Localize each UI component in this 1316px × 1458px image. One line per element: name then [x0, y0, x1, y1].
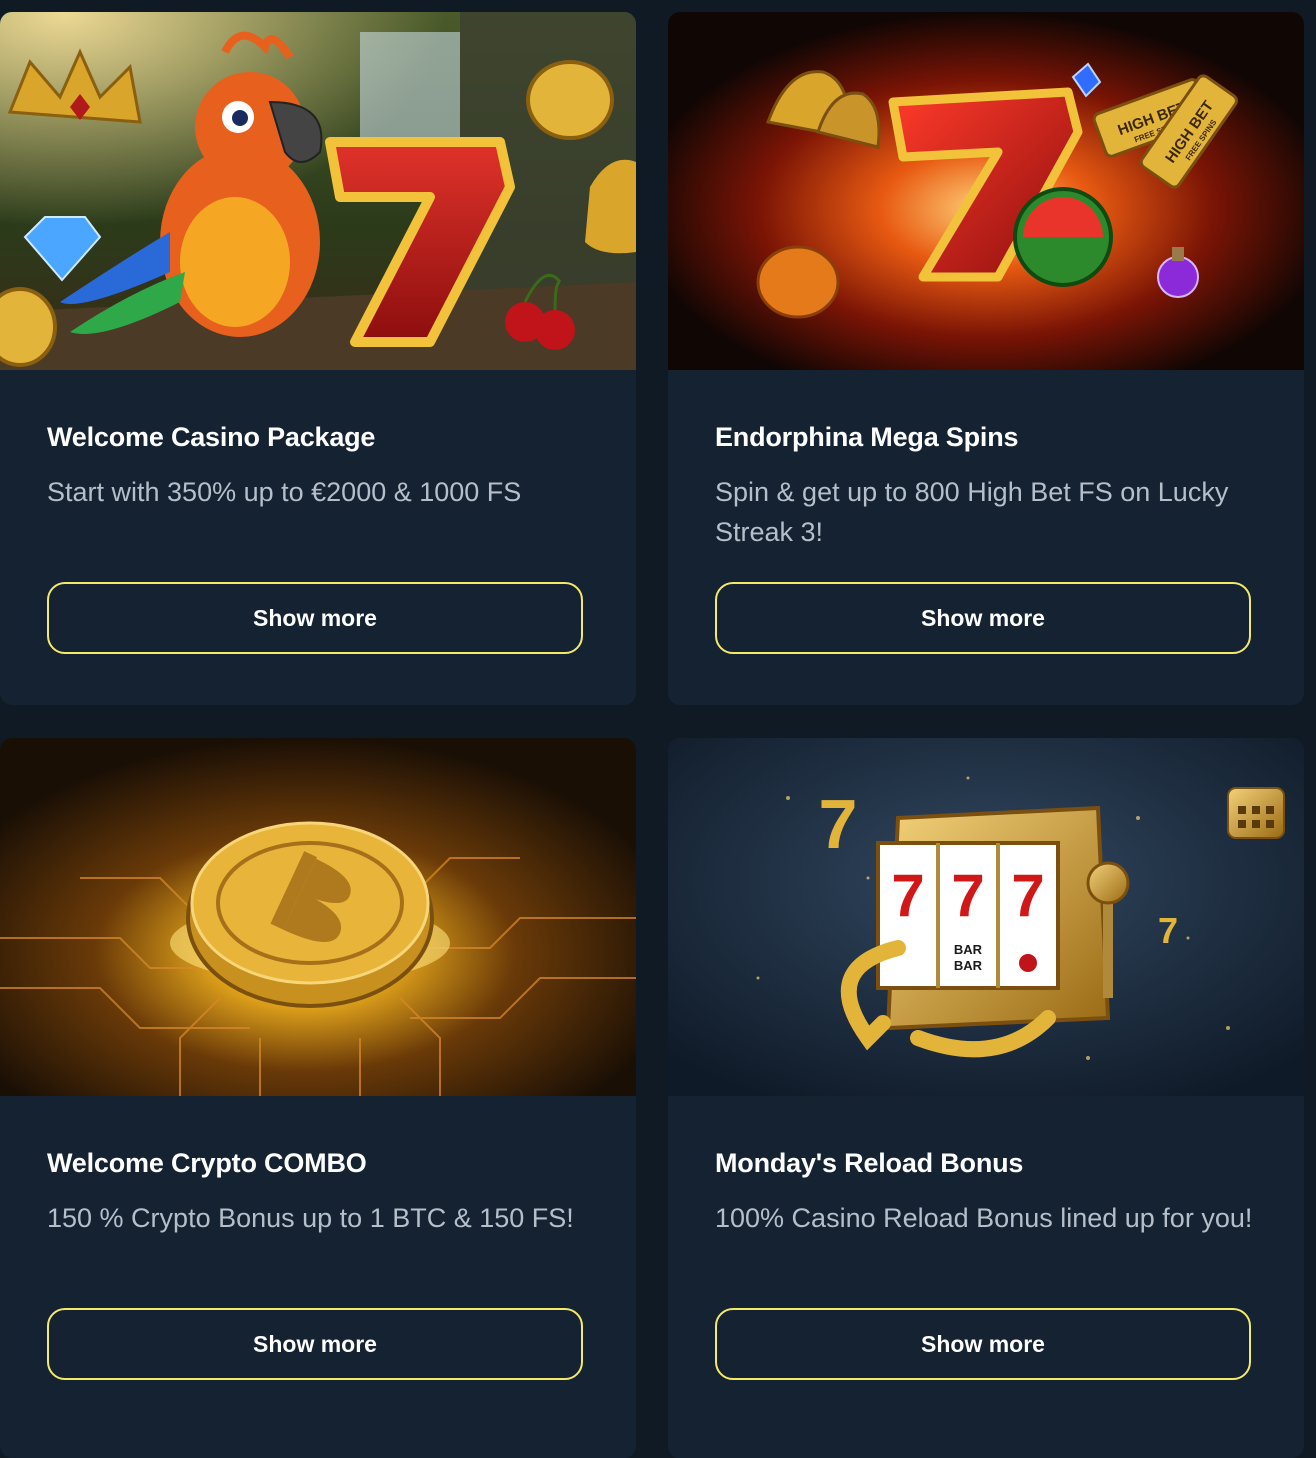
promo-title: Welcome Casino Package [47, 422, 376, 452]
show-more-button[interactable]: Show more [47, 1308, 583, 1380]
promo-card-monday-reload: 7 7 7 BAR BAR 7 7 Monday's Reload Bonus … [668, 738, 1304, 1458]
show-more-button[interactable]: Show more [715, 1308, 1251, 1380]
promo-title: Welcome Crypto COMBO [47, 1148, 367, 1178]
reel-seven: 7 [1011, 862, 1044, 929]
promo-banner-image: HIGH BET FREE SPINS HIGH BET FREE SPINS [668, 12, 1304, 370]
flaming-seven-illustration: HIGH BET FREE SPINS HIGH BET FREE SPINS [668, 12, 1304, 370]
floating-seven: 7 [1158, 910, 1178, 951]
show-more-button[interactable]: Show more [47, 582, 583, 654]
show-more-button[interactable]: Show more [715, 582, 1251, 654]
reel-bar: BAR [954, 942, 983, 957]
reel-seven: 7 [891, 862, 924, 929]
promotions-grid: Welcome Casino Package Start with 350% u… [0, 12, 1316, 1458]
promo-card-endorphina-mega-spins: HIGH BET FREE SPINS HIGH BET FREE SPINS … [668, 12, 1304, 705]
reel-bar: BAR [954, 958, 983, 973]
promo-title: Monday's Reload Bonus [715, 1148, 1024, 1178]
promo-description: Spin & get up to 800 High Bet FS on Luck… [715, 477, 1229, 547]
gold-slot-machine-illustration: 7 7 7 BAR BAR 7 7 [668, 738, 1304, 1096]
parrot-lucky-seven-illustration [0, 12, 636, 370]
promo-description: Start with 350% up to €2000 & 1000 FS [47, 477, 522, 507]
promo-banner-image: 7 7 7 BAR BAR 7 7 [668, 738, 1304, 1096]
promo-banner-image [0, 12, 636, 370]
reel-seven: 7 [951, 862, 984, 929]
promo-card-welcome-casino: Welcome Casino Package Start with 350% u… [0, 12, 636, 705]
promo-title: Endorphina Mega Spins [715, 422, 1019, 452]
promo-description: 150 % Crypto Bonus up to 1 BTC & 150 FS! [47, 1203, 574, 1233]
gold-bitcoin-illustration [0, 738, 636, 1096]
promo-banner-image [0, 738, 636, 1096]
floating-seven: 7 [819, 785, 858, 863]
promo-card-welcome-crypto-combo: Welcome Crypto COMBO 150 % Crypto Bonus … [0, 738, 636, 1458]
promo-description: 100% Casino Reload Bonus lined up for yo… [715, 1203, 1253, 1233]
